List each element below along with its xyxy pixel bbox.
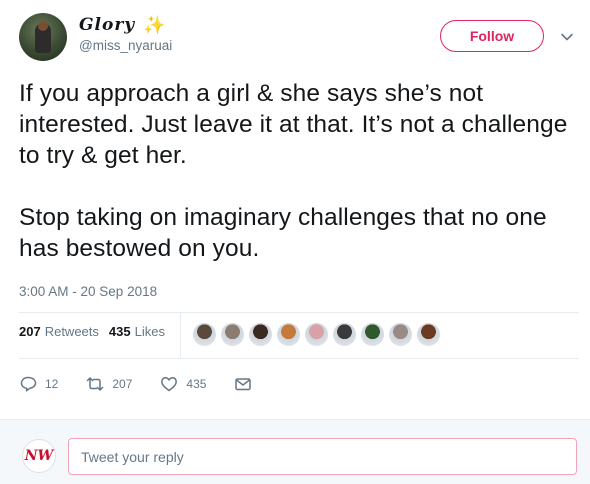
retweets-count: 207: [19, 324, 41, 339]
avatar-face: [38, 21, 48, 31]
liker-avatar[interactable]: [388, 322, 413, 347]
like-count: 435: [186, 377, 207, 391]
liker-avatar[interactable]: [192, 322, 217, 347]
direct-message-action[interactable]: [234, 375, 260, 393]
liker-avatars: [192, 322, 444, 347]
tweet-actions: 12 207 435: [19, 375, 288, 393]
stats-top-divider: [19, 312, 579, 313]
reply-action[interactable]: 12: [19, 375, 58, 393]
liker-avatar[interactable]: [248, 322, 273, 347]
stats-separator: [180, 312, 181, 358]
tweet-stats: 207 Retweets 435 Likes: [19, 324, 175, 339]
reply-count: 12: [45, 377, 59, 391]
tweet-paragraph: Stop taking on imaginary challenges that…: [19, 204, 547, 262]
author-avatar[interactable]: [19, 13, 67, 61]
liker-avatar[interactable]: [416, 322, 441, 347]
author-handle[interactable]: @miss_nyaruai: [79, 38, 172, 53]
chevron-down-icon[interactable]: [560, 30, 574, 44]
likes-label: Likes: [134, 324, 165, 339]
liker-avatar[interactable]: [276, 322, 301, 347]
likes-stat[interactable]: 435 Likes: [109, 324, 165, 339]
reply-icon: [20, 376, 37, 392]
retweet-icon: [87, 377, 104, 391]
retweet-action[interactable]: 207: [86, 375, 132, 393]
stats-bottom-divider: [19, 358, 579, 359]
tweet-timestamp[interactable]: 3:00 AM - 20 Sep 2018: [19, 284, 157, 299]
author-name-row[interactable]: Glory ✨: [79, 15, 166, 35]
liker-avatar[interactable]: [304, 322, 329, 347]
author-display-name[interactable]: Glory: [79, 15, 135, 35]
retweets-stat[interactable]: 207 Retweets: [19, 324, 99, 339]
liker-avatar[interactable]: [220, 322, 245, 347]
reply-bar: NW: [0, 419, 590, 484]
envelope-icon: [235, 378, 252, 391]
tweet-paragraph: If you approach a girl & she says she’s …: [19, 80, 568, 169]
heart-icon: [161, 377, 178, 392]
likes-count: 435: [108, 324, 131, 339]
reply-input[interactable]: [68, 438, 577, 475]
follow-button[interactable]: Follow: [440, 20, 544, 52]
retweets-label: Retweets: [44, 324, 99, 339]
current-user-avatar[interactable]: NW: [22, 439, 56, 473]
retweet-count: 207: [112, 377, 133, 391]
liker-avatar[interactable]: [360, 322, 385, 347]
liker-avatar[interactable]: [332, 322, 357, 347]
sparkles-emoji-icon: ✨: [143, 15, 166, 35]
tweet-text: If you approach a girl & she says she’s …: [19, 78, 579, 264]
like-action[interactable]: 435: [160, 375, 206, 393]
